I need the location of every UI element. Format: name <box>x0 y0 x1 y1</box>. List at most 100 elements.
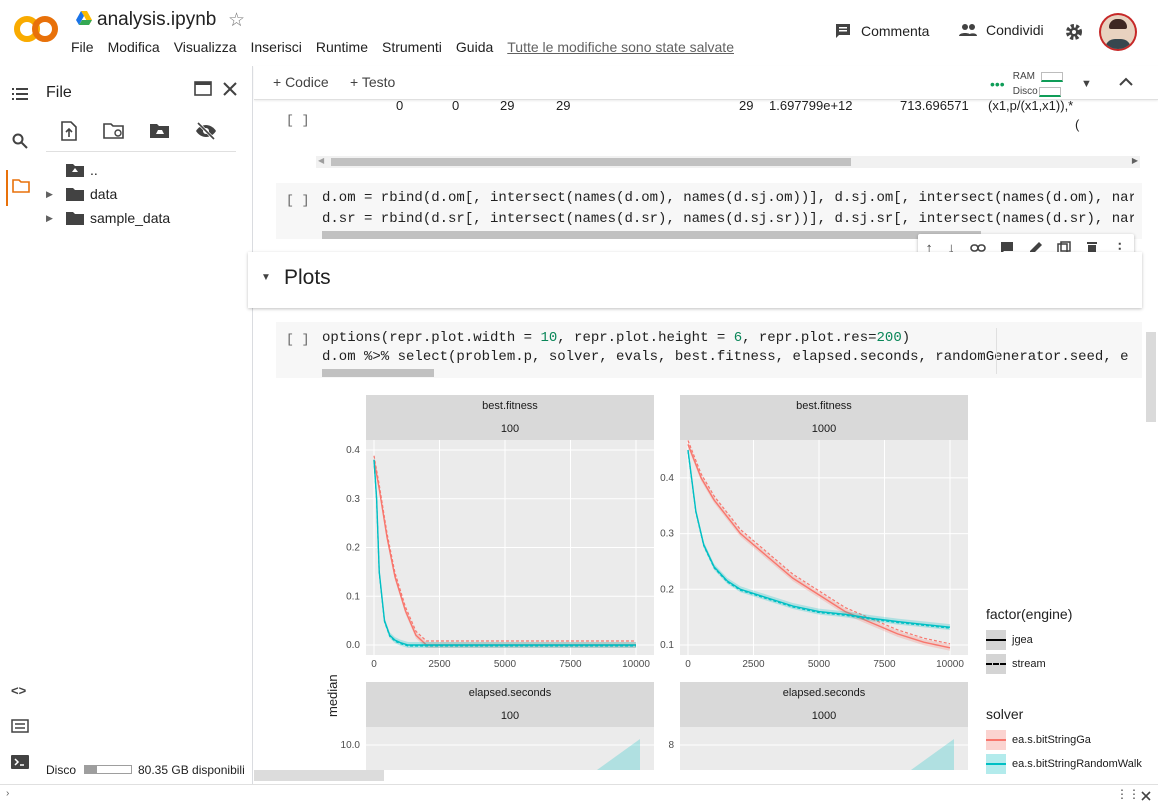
scroll-thumb[interactable] <box>331 158 851 166</box>
star-icon[interactable]: ☆ <box>228 9 245 32</box>
legend-label: ea.s.bitStringGa <box>1012 734 1091 746</box>
open-in-tab-icon[interactable] <box>194 81 212 96</box>
facet-strip-label: best.fitness <box>796 400 852 412</box>
y-tick-label: 0.1 <box>660 640 674 651</box>
code-number: 10 <box>540 330 558 346</box>
status-bar: › ⋮⋮ <box>0 784 1158 807</box>
cell-run-bracket[interactable]: [ ] <box>286 193 309 208</box>
menu-help[interactable]: Guida <box>456 39 493 55</box>
code-line[interactable]: d.om = rbind(d.om[, intersect(names(d.om… <box>322 190 1134 206</box>
horizontal-scroll-thumb[interactable] <box>254 770 384 781</box>
menu-runtime[interactable]: Runtime <box>316 39 368 55</box>
refresh-folder-icon[interactable] <box>103 122 125 140</box>
y-tick-label: 0.4 <box>346 445 360 456</box>
menu-view[interactable]: Visualizza <box>174 39 237 55</box>
legend-key-dashed <box>986 654 1006 674</box>
facet-strip-sublabel: 1000 <box>812 423 836 435</box>
legend-key-rw <box>986 754 1006 774</box>
scroll-right-icon[interactable]: ▶ <box>1132 156 1138 165</box>
divider <box>46 151 236 152</box>
x-tick-label: 5000 <box>494 659 517 670</box>
tree-item-data[interactable]: ▶ data <box>46 186 117 202</box>
panel-title: File <box>46 84 72 101</box>
toc-icon[interactable] <box>12 87 28 101</box>
chevron-down-icon[interactable]: ▼ <box>1081 78 1092 90</box>
y-tick-label: 0.3 <box>660 529 674 540</box>
menu-edit[interactable]: Modifica <box>108 39 160 55</box>
collapse-section-icon[interactable]: ▼ <box>261 272 271 283</box>
x-tick-label: 0 <box>685 659 691 670</box>
command-palette-icon[interactable] <box>11 719 29 733</box>
disk-meter <box>1038 86 1061 97</box>
code-line[interactable]: options(repr.plot.width = 10, repr.plot.… <box>322 330 910 346</box>
code-scroll-thumb[interactable] <box>322 369 434 377</box>
facet-strip-label: best.fitness <box>482 400 538 412</box>
add-code-button[interactable]: + Codice <box>273 74 329 90</box>
output-cell: 29 <box>556 98 571 113</box>
mount-drive-icon[interactable] <box>149 122 171 140</box>
facet-strip-label: elapsed.seconds <box>783 687 866 699</box>
expand-icon[interactable]: › <box>6 788 9 799</box>
output-cell: (x1,p/(x1,x1)),* <box>988 98 1074 113</box>
gear-icon[interactable] <box>1064 22 1084 42</box>
comment-button[interactable]: Commenta <box>834 22 929 40</box>
folder-icon <box>66 212 84 225</box>
upload-icon[interactable] <box>61 121 77 141</box>
x-tick-label: 2500 <box>428 659 451 670</box>
menu-insert[interactable]: Inserisci <box>250 39 301 55</box>
code-line[interactable]: d.om %>% select(problem.p, solver, evals… <box>322 349 1134 365</box>
comment-icon <box>836 24 850 38</box>
y-tick-label: 0.3 <box>346 494 360 505</box>
x-tick-label: 7500 <box>873 659 896 670</box>
terminal-icon[interactable] <box>11 755 29 769</box>
text-cell[interactable] <box>248 252 1142 308</box>
tree-item-parent[interactable]: .. <box>66 162 98 178</box>
tree-item-label: .. <box>90 162 98 178</box>
menu-bar: File Modifica Visualizza Inserisci Runti… <box>71 39 748 55</box>
chevron-up-icon[interactable] <box>1119 77 1133 87</box>
cell-run-bracket[interactable]: [ ] <box>286 113 309 128</box>
add-text-button[interactable]: + Testo <box>350 74 395 90</box>
output-cell: 0 <box>396 98 404 113</box>
comment-label: Commenta <box>861 23 930 39</box>
x-tick-label: 5000 <box>808 659 831 670</box>
scroll-left-icon[interactable]: ◀ <box>318 156 324 165</box>
legend-key-ga <box>986 730 1006 750</box>
cell-run-bracket[interactable]: [ ] <box>286 332 309 347</box>
notebook-title[interactable]: analysis.ipynb <box>97 9 216 31</box>
disk-usage-bar <box>84 765 132 774</box>
code-line[interactable]: d.sr = rbind(d.sr[, intersect(names(d.sr… <box>322 211 1134 227</box>
code-snippets-icon[interactable]: <> <box>11 683 26 698</box>
resource-monitor[interactable]: ••• RAM Disco ▼ <box>990 69 1092 99</box>
faceted-plot: best.fitness100best.fitness1000elapsed.s… <box>341 395 968 770</box>
caret-right-icon[interactable]: ▶ <box>46 213 66 224</box>
legend-key-solid <box>986 630 1006 650</box>
close-icon[interactable] <box>223 82 237 96</box>
colab-logo[interactable] <box>14 14 58 44</box>
y-tick-label: 0.1 <box>346 591 360 602</box>
plot-output: best.fitness 100 best.fitness 1000 elapsed.s… <box>316 395 1156 770</box>
code-number: 200 <box>876 330 902 346</box>
folder-icon[interactable] <box>12 179 30 193</box>
caret-right-icon[interactable]: ▶ <box>46 189 66 200</box>
save-status[interactable]: Tutte le modifiche sono state salvate <box>507 39 734 55</box>
tree-item-sample-data[interactable]: ▶ sample_data <box>46 210 170 226</box>
output-scrollbar[interactable]: ◀ ▶ <box>316 156 1140 168</box>
share-button[interactable]: Condividi <box>958 22 1044 38</box>
menu-file[interactable]: File <box>71 39 94 55</box>
output-cell: 713.696571 <box>900 98 969 113</box>
y-tick-label: 8 <box>668 740 674 751</box>
menu-tools[interactable]: Strumenti <box>382 39 442 55</box>
code-scroll-thumb[interactable] <box>322 231 981 239</box>
output-cell: 0 <box>452 98 460 113</box>
code-number: 6 <box>733 330 743 346</box>
y-tick-label: 0.2 <box>660 584 674 595</box>
hidden-files-icon[interactable] <box>195 121 217 141</box>
active-indicator <box>6 170 8 206</box>
close-icon[interactable] <box>1141 791 1151 801</box>
search-icon[interactable] <box>12 133 28 149</box>
legend-title: factor(engine) <box>986 606 1073 622</box>
x-tick-label: 10000 <box>622 659 650 670</box>
avatar[interactable] <box>1099 13 1137 51</box>
expand-all-icon[interactable]: ⋮⋮ <box>1116 787 1140 801</box>
